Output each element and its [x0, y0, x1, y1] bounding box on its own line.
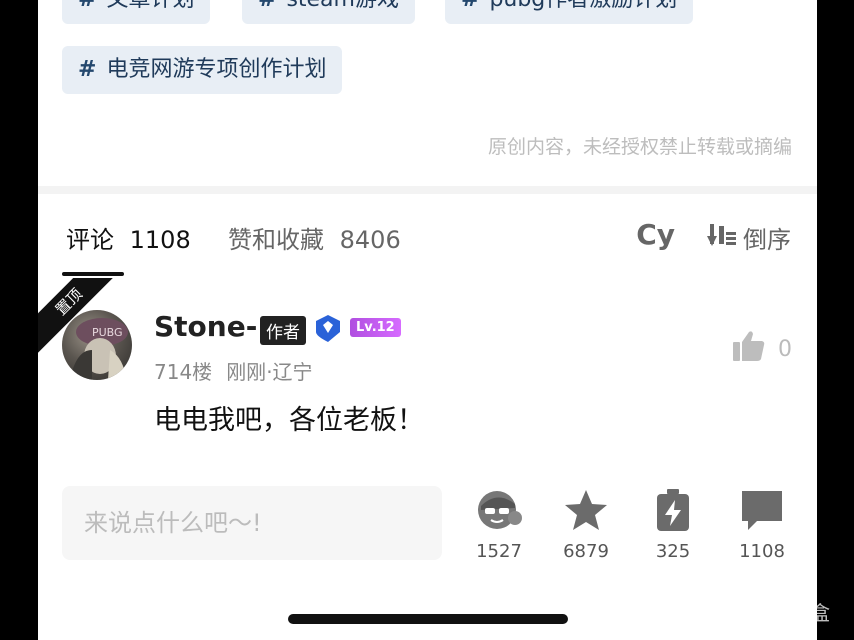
comment-floor: 714楼 [154, 360, 213, 384]
svg-text:PUBG: PUBG [92, 326, 123, 339]
comment-time: 刚刚 [226, 360, 267, 384]
home-indicator[interactable] [288, 614, 568, 624]
comment-meta: 714楼 刚刚·辽宁 [154, 356, 313, 385]
charge-face-icon [475, 491, 523, 537]
charge-button[interactable]: 1527 [467, 488, 531, 562]
comment-button[interactable]: 1108 [730, 488, 794, 562]
tab-active-indicator [62, 272, 124, 276]
copyright-notice: 原创内容，未经授权禁止转载或摘编 [487, 136, 792, 158]
author-badge: 作者 [260, 316, 306, 345]
level-badge: Lv.12 [350, 318, 401, 337]
tab-likes-label: 赞和收藏 [228, 226, 324, 254]
hash-icon: # [78, 0, 96, 12]
battery-icon [653, 489, 693, 537]
battery-button[interactable]: 325 [641, 488, 705, 562]
shield-icon [314, 314, 342, 346]
tag-label: 文章计划 [106, 0, 194, 12]
avatar[interactable]: PUBG [62, 310, 132, 380]
star-icon [563, 490, 609, 537]
comment-username[interactable]: Stone- [154, 310, 257, 343]
tab-comments-count: 1108 [129, 226, 191, 254]
favorite-count: 6879 [563, 541, 609, 562]
xiaoheihe-logo-icon [738, 596, 764, 627]
comment-input[interactable]: 来说点什么吧～! [62, 486, 442, 560]
tag-chip[interactable]: # 文章计划 [62, 0, 211, 24]
tag-chip[interactable]: # 电竞网游专项创作计划 [62, 46, 343, 94]
watermark-text: 小黑盒 [770, 601, 830, 625]
comment-like-button[interactable]: 0 [732, 330, 792, 368]
comment-location: 辽宁 [272, 360, 313, 384]
sort-icon [707, 222, 737, 254]
cy-button[interactable]: Cy [636, 218, 675, 251]
thumbs-up-icon [732, 330, 766, 368]
hash-icon: # [258, 0, 276, 12]
tab-comments[interactable]: 评论 1108 [66, 220, 191, 255]
favorite-button[interactable]: 6879 [554, 488, 618, 562]
sort-button[interactable]: 倒序 [707, 220, 791, 255]
comment-like-count: 0 [778, 336, 792, 362]
tag-label: pubg作者激励计划 [489, 0, 677, 12]
sort-label: 倒序 [743, 226, 791, 254]
watermark: 小黑盒 [738, 596, 830, 627]
battery-count: 325 [655, 541, 691, 562]
tab-comments-label: 评论 [66, 226, 114, 254]
tag-label: steam游戏 [286, 0, 399, 12]
hash-icon: # [461, 0, 479, 12]
section-divider [38, 186, 817, 194]
tag-chip[interactable]: # steam游戏 [242, 0, 415, 24]
comment-text: 电电我吧，各位老板！ [154, 405, 424, 436]
tag-chip[interactable]: # pubg作者激励计划 [445, 0, 694, 24]
hash-icon: # [78, 57, 97, 82]
phone-screen: # 文章计划 # steam游戏 # pubg作者激励计划 # 电竞网游专项创作计划 原… [38, 0, 817, 640]
tab-likes-favorites[interactable]: 赞和收藏 8406 [228, 220, 401, 255]
tag-label: 电竞网游专项创作计划 [106, 57, 327, 82]
comment-icon [739, 491, 785, 537]
comment-count: 1108 [739, 541, 785, 562]
charge-count: 1527 [476, 541, 522, 562]
tab-likes-count: 8406 [339, 226, 401, 254]
